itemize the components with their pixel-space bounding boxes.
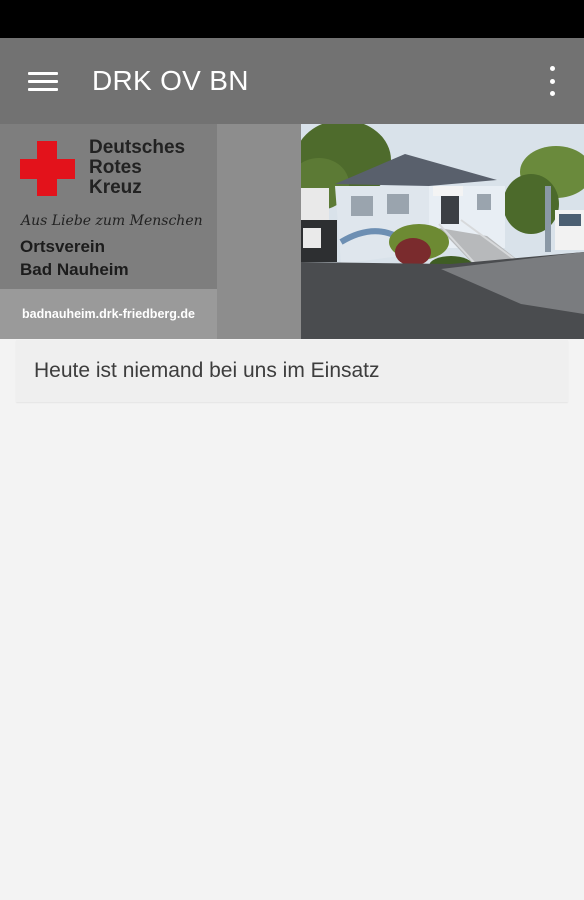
app-bar: DRK OV BN <box>0 38 584 124</box>
local-chapter: Ortsverein Bad Nauheim <box>20 235 129 281</box>
status-card: Heute ist niemand bei uns im Einsatz <box>16 340 568 402</box>
app-title: DRK OV BN <box>92 65 249 96</box>
hamburger-menu-icon[interactable] <box>0 38 86 124</box>
status-message: Heute ist niemand bei uns im Einsatz <box>34 359 380 382</box>
status-bar <box>0 0 584 38</box>
more-vertical-icon[interactable] <box>538 66 566 96</box>
org-name-line: Deutsches <box>89 137 186 158</box>
header-banner: Deutsches Rotes Kreuz Aus Liebe zum Mens… <box>0 124 584 339</box>
motto: Aus Liebe zum Menschen <box>21 213 203 229</box>
org-name-line: Kreuz <box>89 177 142 198</box>
drk-logo-panel: Deutsches Rotes Kreuz Aus Liebe zum Mens… <box>0 124 217 339</box>
website-url: badnauheim.drk-friedberg.de <box>0 289 217 339</box>
org-name: Deutsches Rotes Kreuz <box>89 138 213 198</box>
building-photo <box>301 124 584 339</box>
banner-spacer <box>217 124 301 339</box>
logo-box: Deutsches Rotes Kreuz Aus Liebe zum Mens… <box>0 124 217 289</box>
local-chapter-line: Bad Nauheim <box>20 260 129 279</box>
local-chapter-line: Ortsverein <box>20 237 106 256</box>
org-name-line: Rotes <box>89 157 142 178</box>
